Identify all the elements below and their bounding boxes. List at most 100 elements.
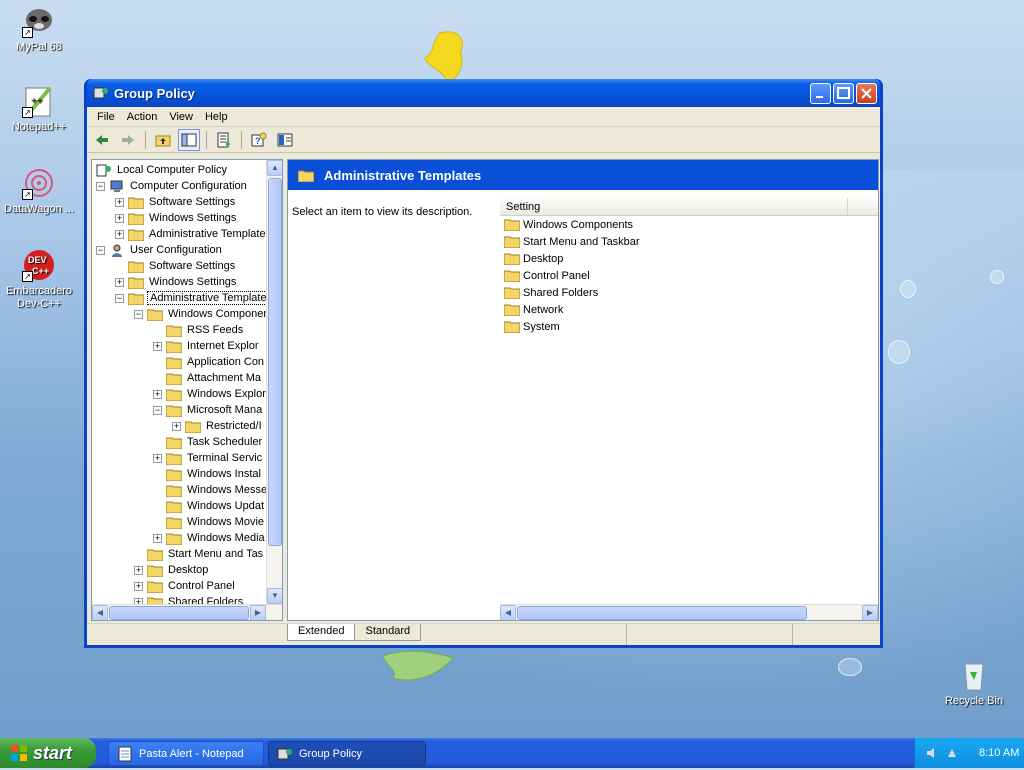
tree-item[interactable]: Task Scheduler (153, 434, 264, 450)
tree-item[interactable]: + Desktop (134, 562, 210, 578)
tree-item-label: Software Settings (149, 260, 236, 272)
list-item[interactable]: Start Menu and Taskbar (500, 233, 878, 250)
show-hide-tree-button[interactable] (178, 128, 200, 151)
toolbar-separator (206, 130, 207, 149)
tree-item[interactable]: + Control Panel (134, 578, 237, 594)
list-item[interactable]: Control Panel (500, 267, 878, 284)
expand-icon[interactable]: + (134, 581, 143, 591)
desktop-icon-recycle-bin[interactable]: Recycle Bin (936, 658, 1012, 708)
taskbar-button-group-policy[interactable]: Group Policy (268, 741, 426, 766)
tree-item[interactable]: Windows Updat (153, 498, 266, 514)
expand-icon[interactable]: + (115, 197, 124, 207)
desktop-icon-devcpp[interactable]: DEV C++ ↗ Embarcadero Dev-C++ (1, 248, 77, 311)
back-button[interactable] (91, 129, 113, 151)
start-button[interactable]: start (0, 738, 96, 768)
tree-item[interactable]: Start Menu and Tas (134, 546, 265, 562)
scroll-right-button[interactable]: ▶ (250, 605, 266, 620)
scroll-left-button[interactable]: ◀ (92, 605, 108, 620)
bubble (888, 340, 910, 364)
tree-item[interactable]: Software Settings (115, 258, 237, 274)
tree-item[interactable]: Windows Messe (153, 482, 269, 498)
expand-icon[interactable]: + (115, 229, 124, 239)
list-horizontal-scrollbar[interactable]: ◀ ▶ (500, 604, 878, 620)
scroll-left-button[interactable]: ◀ (500, 605, 516, 620)
desktop-icon-mypal[interactable]: ↗ MyPal 68 (1, 4, 77, 54)
tree-item[interactable]: − Windows Componen (134, 306, 272, 322)
collapse-icon[interactable]: − (96, 181, 105, 191)
menu-action[interactable]: Action (121, 111, 164, 123)
menu-help[interactable]: Help (199, 111, 234, 123)
expand-icon[interactable]: + (172, 421, 181, 431)
list-item[interactable]: Desktop (500, 250, 878, 267)
tree-vertical-scrollbar[interactable]: ▲ ▼ (266, 160, 282, 604)
expand-icon[interactable]: + (115, 277, 124, 287)
scroll-thumb[interactable] (268, 178, 282, 546)
tree-item[interactable]: − Administrative Templates (115, 290, 276, 306)
tree-item[interactable]: − Microsoft Mana (153, 402, 264, 418)
clock[interactable]: 8:10 AM (979, 747, 1019, 759)
tree-item[interactable]: + Windows Media (153, 530, 267, 546)
list-item[interactable]: Network (500, 301, 878, 318)
tree-item[interactable]: Local Computer Policy (96, 162, 229, 178)
tree-horizontal-scrollbar[interactable]: ◀ ▶ (92, 604, 282, 620)
scroll-up-button[interactable]: ▲ (267, 160, 282, 176)
export-list-button[interactable] (213, 129, 235, 151)
properties-button[interactable] (274, 129, 296, 151)
tree-item[interactable]: Attachment Ma (153, 370, 263, 386)
taskbar-button-notepad[interactable]: Pasta Alert - Notepad (108, 741, 264, 766)
list-item[interactable]: Shared Folders (500, 284, 878, 301)
scroll-down-button[interactable]: ▼ (267, 588, 282, 604)
tree-item[interactable]: + Windows Settings (115, 210, 238, 226)
close-button[interactable] (856, 83, 877, 104)
folder-icon (128, 197, 144, 209)
scroll-thumb[interactable] (517, 606, 807, 620)
volume-icon[interactable] (925, 746, 939, 760)
collapse-icon[interactable]: − (96, 245, 105, 255)
tree-item[interactable]: + Restricted/I (172, 418, 264, 434)
tree-item[interactable]: − Computer Configuration (96, 178, 249, 194)
folder-icon (166, 469, 182, 481)
tree-item[interactable]: + Administrative Template (115, 226, 268, 242)
expand-icon[interactable]: + (153, 341, 162, 351)
menu-file[interactable]: File (91, 111, 121, 123)
tree-item[interactable]: RSS Feeds (153, 322, 245, 338)
expand-icon[interactable]: + (115, 213, 124, 223)
list-item[interactable]: Windows Components (500, 216, 878, 233)
tree-item[interactable]: + Internet Explor (153, 338, 261, 354)
settings-list[interactable]: Setting Windows Components Start Menu and… (500, 198, 878, 620)
console-tree[interactable]: Local Computer Policy − Computer Configura… (91, 159, 283, 621)
tree-item[interactable]: Application Con (153, 354, 266, 370)
tree-item[interactable]: + Windows Explor (153, 386, 268, 402)
collapse-icon[interactable]: − (153, 405, 162, 415)
expand-icon[interactable]: + (134, 565, 143, 575)
scroll-thumb[interactable] (109, 606, 249, 620)
desktop-icon-datawagon[interactable]: ↗ DataWagon ... (1, 166, 77, 216)
scroll-right-button[interactable]: ▶ (862, 605, 878, 620)
tree-item[interactable]: Windows Instal (153, 466, 263, 482)
folder-icon (128, 213, 144, 225)
desktop-icon-notepadpp[interactable]: ++ ↗ Notepad++ (1, 84, 77, 134)
details-banner-title: Administrative Templates (324, 167, 482, 183)
back-arrow-icon (96, 134, 108, 145)
tree-item[interactable]: + Software Settings (115, 194, 237, 210)
minimize-button[interactable] (810, 83, 831, 104)
expand-icon[interactable]: + (153, 533, 162, 543)
tree-item[interactable]: + Terminal Servic (153, 450, 264, 466)
collapse-icon[interactable]: − (134, 309, 143, 319)
expand-icon[interactable]: + (153, 453, 162, 463)
tree-item-label: RSS Feeds (187, 324, 244, 336)
network-icon[interactable] (945, 746, 959, 760)
maximize-button[interactable] (833, 83, 854, 104)
column-header-setting[interactable]: Setting (500, 198, 848, 215)
tree-item[interactable]: − User Configuration (96, 242, 224, 258)
help-button[interactable]: ? (248, 129, 270, 151)
titlebar[interactable]: Group Policy (87, 79, 880, 107)
forward-button[interactable] (117, 129, 139, 151)
menu-view[interactable]: View (163, 111, 199, 123)
tree-item[interactable]: + Windows Settings (115, 274, 238, 290)
tree-item[interactable]: Windows Movie (153, 514, 266, 530)
up-one-level-button[interactable] (152, 129, 174, 151)
collapse-icon[interactable]: − (115, 293, 124, 303)
expand-icon[interactable]: + (153, 389, 162, 399)
list-item[interactable]: System (500, 318, 878, 335)
